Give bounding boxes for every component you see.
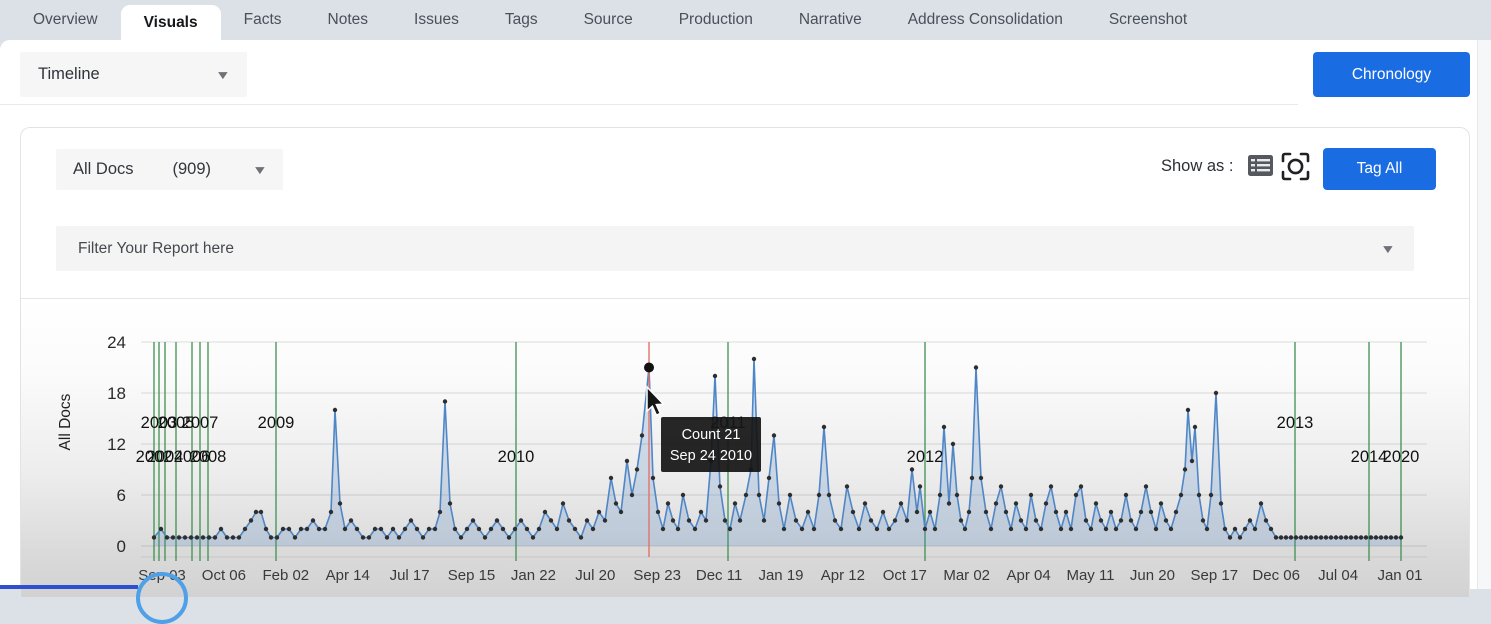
toolbar-divider <box>0 104 1298 105</box>
chart-tooltip: Count 21 Sep 24 2010 <box>661 417 761 472</box>
x-tick-label: Sep 17 <box>1191 567 1239 584</box>
timeline-card: All Docs (909) ▼ Show as : Tag All Filte… <box>20 127 1470 597</box>
brush-handle[interactable] <box>136 572 188 624</box>
tab-screenshot[interactable]: Screenshot <box>1086 0 1210 40</box>
year-label: 2010 <box>498 448 535 466</box>
year-label: 2009 <box>258 414 295 432</box>
tab-issues[interactable]: Issues <box>391 0 482 40</box>
x-tick-label: May 11 <box>1066 567 1114 584</box>
visual-type-value: Timeline <box>38 65 100 83</box>
chevron-down-icon: ▼ <box>1380 241 1397 256</box>
x-tick-label: Apr 12 <box>821 567 865 584</box>
timeline-chart-svg[interactable]: 06121824All Docs200220032004200520062007… <box>21 299 1469 597</box>
brush-range-bar[interactable] <box>0 585 138 589</box>
x-tick-label: Dec 06 <box>1252 567 1300 584</box>
x-tick-label: Oct 06 <box>202 567 246 584</box>
tab-address-consolidation[interactable]: Address Consolidation <box>885 0 1086 40</box>
docs-count: (909) <box>172 160 212 178</box>
scrollbar-track[interactable] <box>1477 40 1491 589</box>
tab-production[interactable]: Production <box>656 0 776 40</box>
x-tick-label: Sep 23 <box>633 567 681 584</box>
x-tick-label: Sep 15 <box>448 567 496 584</box>
timeline-chart[interactable]: 0 6 12 18 24 All Docs 2002 2003 2004 2005 2006 2007… <box>21 299 1469 597</box>
x-tick-label: Jul 20 <box>575 567 615 584</box>
x-tick-label: Jul 04 <box>1318 567 1358 584</box>
x-tick-label: Jan 22 <box>511 567 556 584</box>
report-filter-input[interactable] <box>76 238 1383 259</box>
year-label: 2007 <box>182 414 219 432</box>
year-label: 2008 <box>190 448 227 466</box>
svg-text:Sep 24 2010: Sep 24 2010 <box>670 448 752 464</box>
year-label: 2013 <box>1277 414 1314 432</box>
show-as-label: Show as : <box>1161 157 1234 175</box>
chevron-down-icon: ▼ <box>252 162 269 177</box>
year-label: 2012 <box>907 448 944 466</box>
x-tick-label: Jul 17 <box>390 567 430 584</box>
y-tick-label: 18 <box>107 384 126 403</box>
x-tick-label: Jan 01 <box>1377 567 1422 584</box>
y-tick-label: 6 <box>117 486 126 505</box>
tab-overview[interactable]: Overview <box>10 0 121 40</box>
x-tick-label: Feb 02 <box>262 567 309 584</box>
report-filter: ▼ <box>56 226 1414 271</box>
y-tick-label: 12 <box>107 435 126 454</box>
y-tick-label: 24 <box>107 333 126 352</box>
x-tick-label: Jun 20 <box>1130 567 1175 584</box>
tab-facts[interactable]: Facts <box>221 0 305 40</box>
tab-source[interactable]: Source <box>561 0 656 40</box>
visual-type-dropdown[interactable]: Timeline ▼ <box>20 52 247 97</box>
tag-all-button[interactable]: Tag All <box>1323 148 1436 190</box>
x-tick-label: Apr 14 <box>326 567 370 584</box>
x-tick-label: Dec 11 <box>696 567 742 584</box>
docs-scope-label: All Docs <box>73 160 134 178</box>
x-tick-label: Apr 04 <box>1006 567 1050 584</box>
docs-scope-dropdown[interactable]: All Docs (909) ▼ <box>56 149 283 190</box>
tab-visuals[interactable]: Visuals <box>120 5 221 40</box>
x-tick-label: Jan 19 <box>758 567 803 584</box>
tab-tags[interactable]: Tags <box>482 0 561 40</box>
tab-narrative[interactable]: Narrative <box>776 0 885 40</box>
tab-notes[interactable]: Notes <box>305 0 392 40</box>
y-tick-label: 0 <box>117 537 126 556</box>
year-label: 2020 <box>1383 448 1420 466</box>
scan-view-icon[interactable] <box>1280 151 1311 187</box>
x-tick-label: Oct 17 <box>883 567 927 584</box>
hover-dot <box>644 362 654 373</box>
chevron-down-icon: ▼ <box>215 67 232 82</box>
x-tick-label: Mar 02 <box>943 567 990 584</box>
y-axis-title: All Docs <box>57 393 74 450</box>
series-area <box>154 359 1401 546</box>
tab-bar: Overview Visuals Facts Notes Issues Tags Sourc… <box>0 0 1491 40</box>
svg-text:Count 21: Count 21 <box>682 427 741 443</box>
visuals-panel: Timeline ▼ Chronology All Docs (909) ▼ S… <box>0 40 1491 597</box>
chronology-button[interactable]: Chronology <box>1313 52 1470 97</box>
list-view-icon[interactable] <box>1247 154 1274 182</box>
